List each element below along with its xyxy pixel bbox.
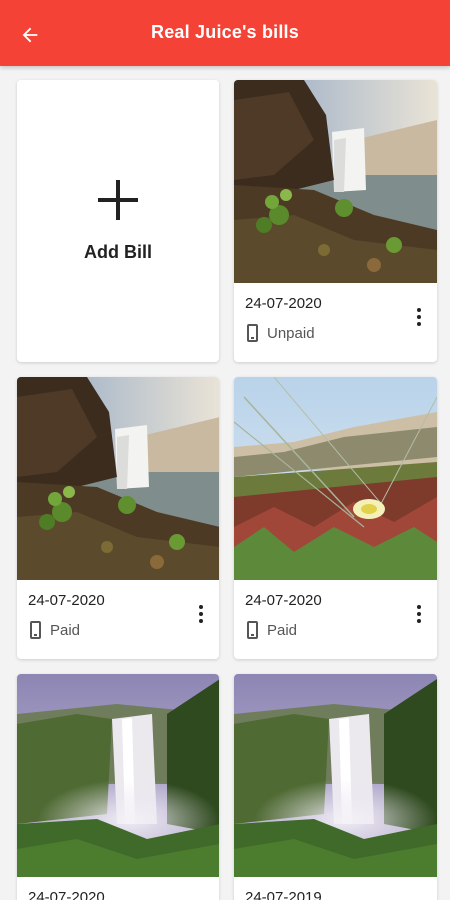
plus-icon [98,179,138,220]
dot-icon [417,315,421,319]
bill-card[interactable]: 24-07-2019 [234,674,437,900]
bill-status-label: Paid [50,621,81,639]
bill-date: 24-07-2019 [245,889,322,900]
dot-icon [199,619,203,623]
bill-status: Unpaid [247,324,315,342]
bill-card[interactable]: 24-07-2020 Unpaid [234,80,437,362]
dot-icon [417,308,421,312]
bill-image [234,674,437,877]
dot-icon [417,322,421,326]
add-bill-label: Add Bill [84,241,152,262]
phone-icon [247,621,258,639]
bill-status: Paid [30,621,80,639]
bill-date: 24-07-2020 [245,295,322,312]
bill-image [234,80,437,283]
bills-grid: Add Bill 24-07-2020 Unpaid 24-07-2020 Pa… [0,66,450,900]
phone-icon [247,324,258,342]
bill-date: 24-07-2020 [245,592,322,609]
phone-icon [30,621,41,639]
bill-status-label: Unpaid [267,324,315,342]
dot-icon [417,612,421,616]
more-options-button[interactable] [193,601,209,627]
dot-icon [199,605,203,609]
app-bar: Real Juice's bills [0,0,450,66]
bill-date: 24-07-2020 [28,889,105,900]
dot-icon [417,619,421,623]
bill-image [17,377,219,580]
bill-date: 24-07-2020 [28,592,105,609]
bill-status: Paid [247,621,297,639]
page-title: Real Juice's bills [151,22,299,42]
dot-icon [417,605,421,609]
more-options-button[interactable] [411,304,427,330]
bill-image [17,674,219,877]
bill-status-label: Paid [267,621,298,639]
add-bill-card[interactable]: Add Bill [17,80,219,362]
more-options-button[interactable] [411,601,427,627]
dot-icon [199,612,203,616]
bill-card[interactable]: 24-07-2020 Paid [17,377,219,659]
bill-card[interactable]: 24-07-2020 [17,674,219,900]
bill-image [234,377,437,580]
bill-card[interactable]: 24-07-2020 Paid [234,377,437,659]
